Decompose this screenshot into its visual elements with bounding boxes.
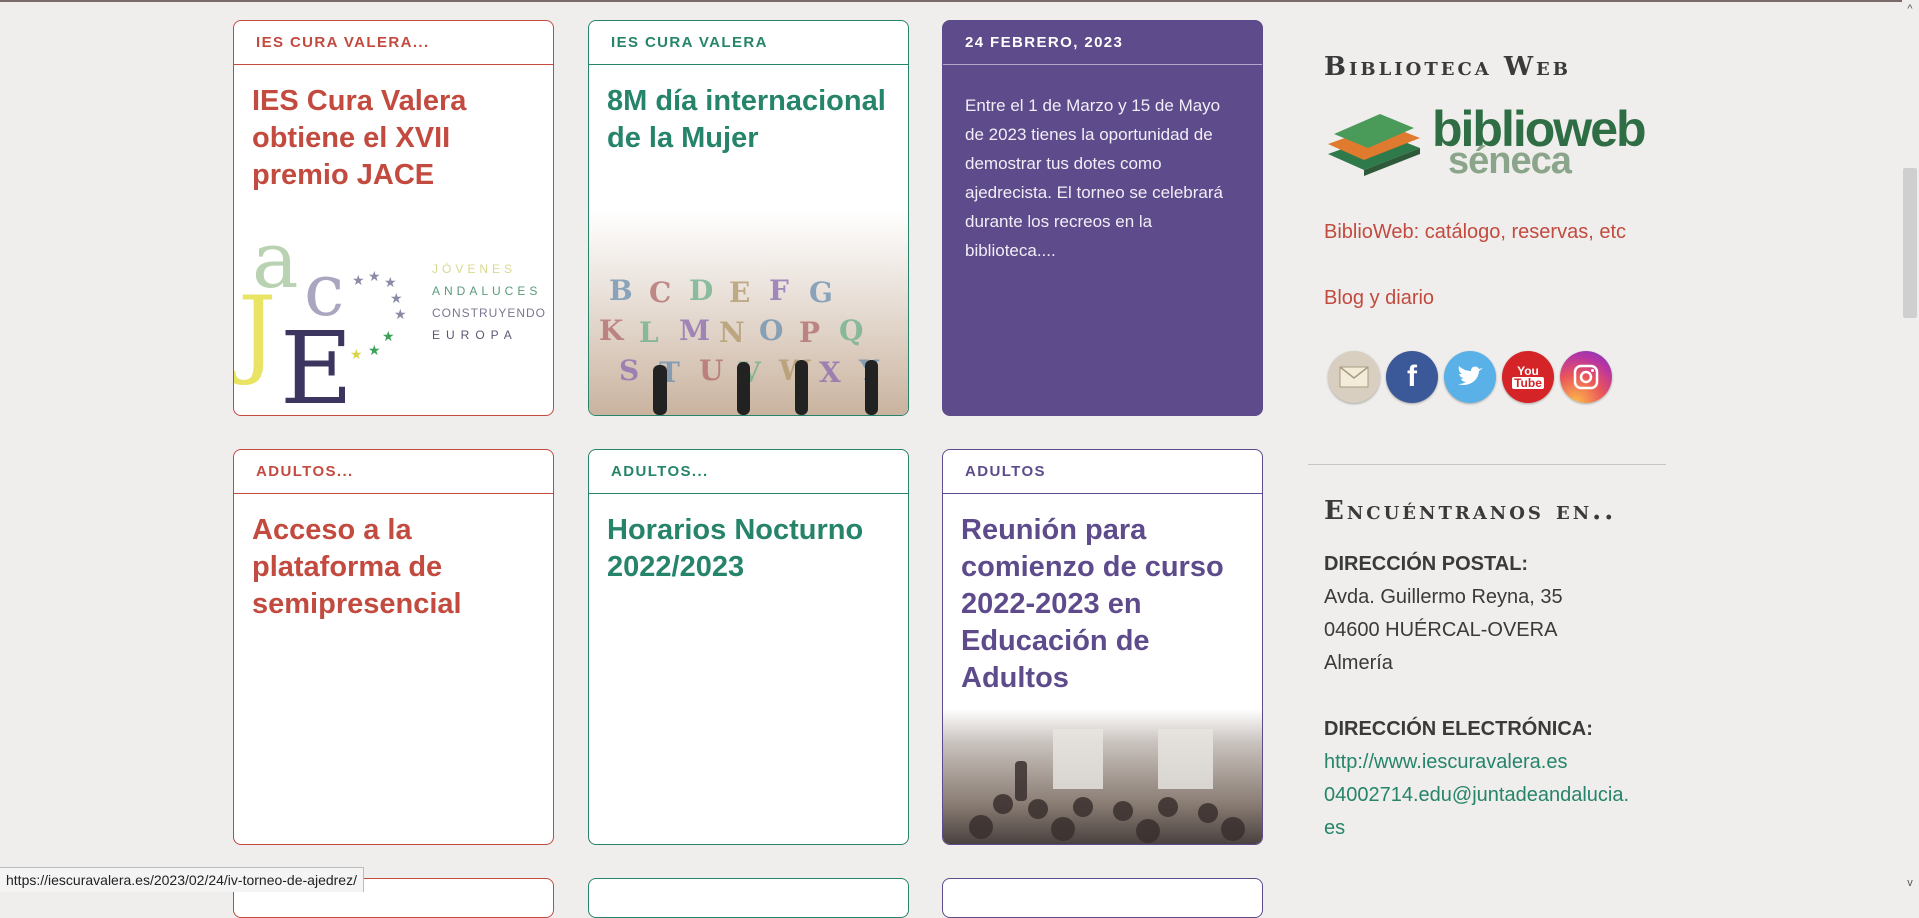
svg-text:X: X [819, 356, 841, 389]
scrollbar[interactable]: ^ v [1902, 0, 1919, 892]
postal-line-2: 04600 HUÉRCAL-OVERA [1324, 619, 1558, 641]
classroom-image[interactable] [943, 709, 1262, 844]
blog-link[interactable]: Blog y diario [1324, 287, 1434, 310]
email-link-end[interactable]: es [1324, 812, 1345, 845]
svg-text:JÓVENES: JÓVENES [432, 261, 516, 276]
svg-text:★: ★ [352, 272, 365, 288]
svg-text:Q: Q [839, 314, 863, 347]
svg-text:M: M [679, 314, 710, 347]
scroll-down-arrow[interactable]: v [1903, 876, 1917, 890]
svg-text:D: D [689, 274, 713, 307]
biblioteca-web-title: Biblioteca Web [1324, 52, 1571, 82]
svg-text:★: ★ [390, 290, 403, 306]
svg-text:G: G [809, 276, 833, 309]
svg-text:CONSTRUYENDO: CONSTRUYENDO [432, 306, 546, 320]
email-icon[interactable] [1328, 351, 1380, 403]
email-link[interactable]: 04002714.edu@juntadeandalucia. [1324, 779, 1629, 812]
post-card-reunion[interactable]: ADULTOS Reunión para comienzo de curso 2… [942, 449, 1263, 845]
svg-text:F: F [769, 274, 789, 307]
instagram-icon[interactable] [1560, 351, 1612, 403]
card-date[interactable]: 24 FEBRERO, 2023 [943, 21, 1262, 65]
post-card-ajedrez[interactable]: 24 FEBRERO, 2023 Entre el 1 de Marzo y 1… [942, 20, 1263, 416]
scrollbar-thumb[interactable] [1903, 168, 1917, 318]
website-link[interactable]: http://www.iescuravalera.es [1324, 746, 1567, 779]
card-title[interactable]: 8M día internacional de la Mujer [607, 83, 892, 157]
youtube-icon[interactable]: You Tube [1502, 351, 1554, 403]
svg-text:C: C [649, 276, 671, 309]
svg-text:E: E [280, 310, 353, 415]
top-border [0, 0, 1919, 2]
svg-text:ANDALUCES: ANDALUCES [432, 284, 541, 298]
svg-text:N: N [719, 316, 745, 349]
svg-text:★: ★ [382, 328, 395, 344]
biblioweb-link[interactable]: BiblioWeb: catálogo, reservas, etc [1324, 221, 1626, 244]
facebook-icon[interactable]: f [1386, 351, 1438, 403]
svg-text:L: L [639, 316, 659, 349]
svg-text:★: ★ [384, 274, 397, 290]
card-category[interactable]: ADULTOS... [234, 450, 553, 494]
card-title[interactable]: Acceso a la plataforma de semipresencial [252, 512, 537, 623]
sidebar-divider [1308, 464, 1666, 465]
card-excerpt[interactable]: Entre el 1 de Marzo y 15 de Mayo de 2023… [965, 91, 1240, 265]
svg-text:U: U [699, 354, 723, 387]
svg-text:★: ★ [368, 268, 381, 284]
post-card-8m[interactable]: IES CURA VALERA 8M día internacional de … [588, 20, 909, 416]
post-card-horarios[interactable]: ADULTOS... Horarios Nocturno 2022/2023 [588, 449, 909, 845]
biblioweb-logo[interactable]: biblioweb séneca [1324, 100, 1654, 186]
seneca-logo-text: séneca [1448, 140, 1572, 182]
post-card-next-2[interactable] [588, 878, 909, 918]
svg-text:E: E [729, 276, 750, 309]
email-label: DIRECCIÓN ELECTRÓNICA: [1324, 718, 1593, 740]
svg-text:B: B [609, 274, 633, 307]
svg-text:O: O [759, 314, 783, 347]
postal-label: DIRECCIÓN POSTAL: [1324, 553, 1529, 575]
post-card-jace[interactable]: IES CURA VALERA... IES Cura Valera obtie… [233, 20, 554, 416]
card-category[interactable]: ADULTOS... [589, 450, 908, 494]
card-title[interactable]: IES Cura Valera obtiene el XVII premio J… [252, 83, 537, 194]
encuentranos-title: Encuéntranos en.. [1324, 496, 1617, 526]
mural-image[interactable]: BC DE FG KL MN OP QS TU VW XY [589, 210, 908, 415]
svg-text:P: P [799, 316, 820, 349]
svg-text:K: K [599, 314, 625, 347]
postal-line-3: Almería [1324, 652, 1393, 674]
social-icons: f You Tube [1328, 351, 1612, 403]
card-title[interactable]: Reunión para comienzo de curso 2022-2023… [961, 512, 1246, 697]
svg-text:EUROPA: EUROPA [432, 328, 518, 342]
twitter-icon[interactable] [1444, 351, 1496, 403]
status-bar-url: https://iescuravalera.es/2023/02/24/iv-t… [0, 867, 364, 892]
post-card-semipresencial[interactable]: ADULTOS... Acceso a la plataforma de sem… [233, 449, 554, 845]
svg-text:★: ★ [368, 342, 381, 358]
card-title[interactable]: Horarios Nocturno 2022/2023 [607, 512, 892, 586]
card-category[interactable]: ADULTOS [943, 450, 1262, 494]
scroll-up-arrow[interactable]: ^ [1903, 2, 1917, 16]
postal-line-1: Avda. Guillermo Reyna, 35 [1324, 586, 1563, 608]
card-category[interactable]: IES CURA VALERA [589, 21, 908, 65]
svg-text:S: S [619, 354, 639, 387]
svg-text:J: J [234, 276, 276, 388]
card-category[interactable]: IES CURA VALERA... [234, 21, 553, 65]
svg-text:★: ★ [350, 346, 363, 362]
post-card-next-3[interactable] [942, 878, 1263, 918]
jace-logo-image[interactable]: a c J E ★ ★ ★ ★ ★ ★ ★ ★ JÓVENES ANDALUCES C… [234, 215, 553, 415]
svg-text:★: ★ [394, 306, 407, 322]
